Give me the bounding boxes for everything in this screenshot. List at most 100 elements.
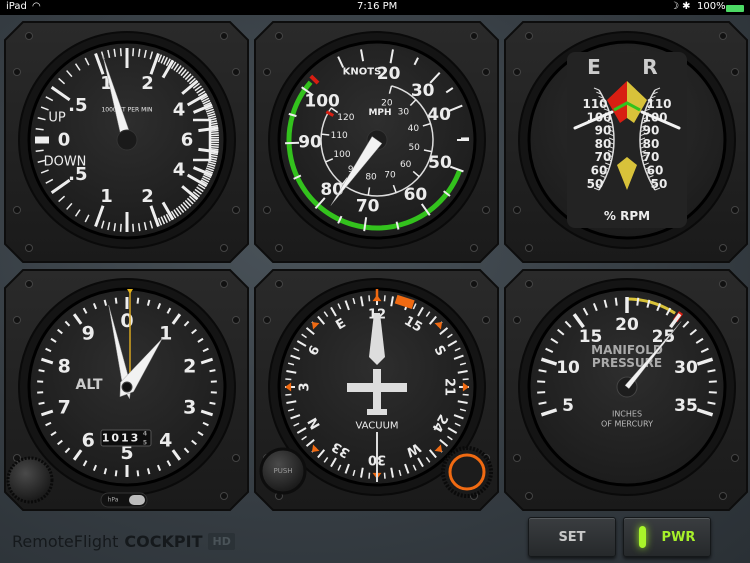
alt-number: 2	[183, 356, 196, 378]
screw-icon	[13, 316, 21, 324]
scale-tick	[35, 149, 44, 152]
instrument-panel: .51 246.51 240UPDOWN1000 FT PER MIN2030405…	[4, 21, 748, 511]
kollsman-sub-digit: 5	[143, 440, 147, 447]
alt-number: 6	[82, 429, 95, 451]
scale-tick	[368, 472, 371, 479]
vsi-up-label: 6	[181, 130, 194, 151]
kollsman-value: 1013	[102, 432, 141, 445]
rpm-rotor-label-num: 50	[651, 177, 668, 191]
screw-icon	[220, 280, 228, 288]
scale-tick	[537, 391, 546, 394]
asi-knots-label: 90	[298, 132, 322, 152]
scale-tick	[38, 369, 45, 373]
screw-icon	[275, 280, 283, 288]
scale-tick	[708, 380, 717, 383]
alt-hub	[121, 381, 133, 393]
vsi-up-label: 2	[141, 73, 154, 94]
rpm-rotor-label-num: 60	[647, 164, 664, 178]
asi-mph-label: 60	[400, 160, 412, 170]
pwr-label: PWR	[661, 529, 696, 545]
scale-tick	[210, 148, 219, 151]
screw-icon	[719, 32, 727, 40]
scale-tick	[136, 470, 140, 477]
screw-icon	[232, 316, 240, 324]
asi-mph-label: 40	[408, 124, 420, 134]
scale-tick	[210, 145, 219, 148]
scale-tick	[708, 391, 717, 394]
power-led-icon	[638, 526, 646, 548]
scale-tick	[119, 223, 122, 232]
screw-icon	[220, 32, 228, 40]
rpm-center-plate	[567, 52, 687, 228]
power-button[interactable]: PWR	[623, 517, 711, 557]
compass-card-label: 21	[442, 378, 457, 396]
vsi-down-text: DOWN	[44, 155, 87, 170]
altimeter-setting-knob[interactable]	[6, 456, 54, 504]
asi-knots-label: 50	[428, 153, 452, 173]
screw-icon	[482, 206, 490, 214]
scale-tick	[119, 48, 122, 57]
screw-icon	[470, 280, 478, 288]
brand-product: COCKPIT	[124, 532, 203, 551]
scale-tick	[38, 401, 45, 405]
vsi-down-label: 2	[141, 186, 154, 207]
hpa-label: hPa	[108, 497, 119, 504]
screw-icon	[25, 280, 33, 288]
screw-icon	[232, 454, 240, 462]
scale-tick	[136, 297, 140, 304]
rpm-engine-label: E	[587, 55, 601, 79]
asi-knots-label: 70	[356, 196, 380, 216]
screw-icon	[731, 206, 739, 214]
screw-icon	[513, 454, 521, 462]
screw-icon	[275, 244, 283, 252]
screw-icon	[470, 32, 478, 40]
asi-mph-label: 110	[331, 131, 348, 141]
alt-number: 7	[58, 396, 71, 418]
mp-scale-label: 20	[615, 315, 639, 335]
screw-icon	[25, 32, 33, 40]
vsi-up-text: UP	[48, 111, 66, 126]
rpm-engine-label-num: 70	[595, 150, 612, 164]
vsi-up-label: .5	[68, 95, 87, 116]
screw-icon	[232, 206, 240, 214]
scale-tick	[210, 129, 219, 132]
rpm-engine-label-num: 60	[591, 164, 608, 178]
app-logo: RemoteFlight COCKPIT HD	[12, 532, 235, 551]
screw-icon	[513, 316, 521, 324]
scale-tick	[132, 48, 135, 57]
screw-icon	[13, 68, 21, 76]
alt-label: ALT	[76, 377, 103, 393]
asi-mph-label: 30	[398, 108, 410, 118]
asi-mph-label: 20	[381, 98, 393, 108]
mp-scale-label: 10	[556, 358, 580, 378]
alt-number: 4	[159, 429, 172, 451]
compass-card-label: 3	[298, 382, 313, 391]
alt-number: 9	[82, 323, 95, 345]
hpa-toggle-thumb	[129, 495, 145, 505]
scale-tick	[636, 297, 640, 306]
mp-scale-label: 35	[674, 396, 698, 416]
brand-name: RemoteFlight	[12, 532, 119, 551]
alt-number: 1	[159, 323, 172, 345]
alt-number: 0	[120, 310, 133, 332]
asi-mph-label: 120	[337, 113, 354, 123]
scale-tick	[210, 132, 219, 135]
mp-unit-line2: OF MERCURY	[601, 420, 653, 429]
set-label: SET	[558, 529, 586, 545]
vacuum-label: VACUUM	[355, 421, 398, 432]
scale-tick	[114, 470, 118, 477]
asi-mph-label: 80	[365, 173, 377, 183]
screw-icon	[220, 244, 228, 252]
rpm-rotor-label: R	[642, 55, 657, 79]
vsi-unit-text: 1000 FT PER MIN	[101, 107, 152, 114]
set-button[interactable]: SET	[528, 517, 616, 557]
scale-tick	[383, 472, 386, 479]
screw-icon	[525, 280, 533, 288]
screw-icon	[263, 206, 271, 214]
rpm-rotor-label-num: 70	[643, 150, 660, 164]
scale-tick	[285, 378, 292, 381]
screw-icon	[482, 316, 490, 324]
heading-bug-knob-ring	[448, 453, 486, 491]
screw-icon	[232, 68, 240, 76]
rpm-rotor-label-num: 90	[643, 124, 660, 138]
